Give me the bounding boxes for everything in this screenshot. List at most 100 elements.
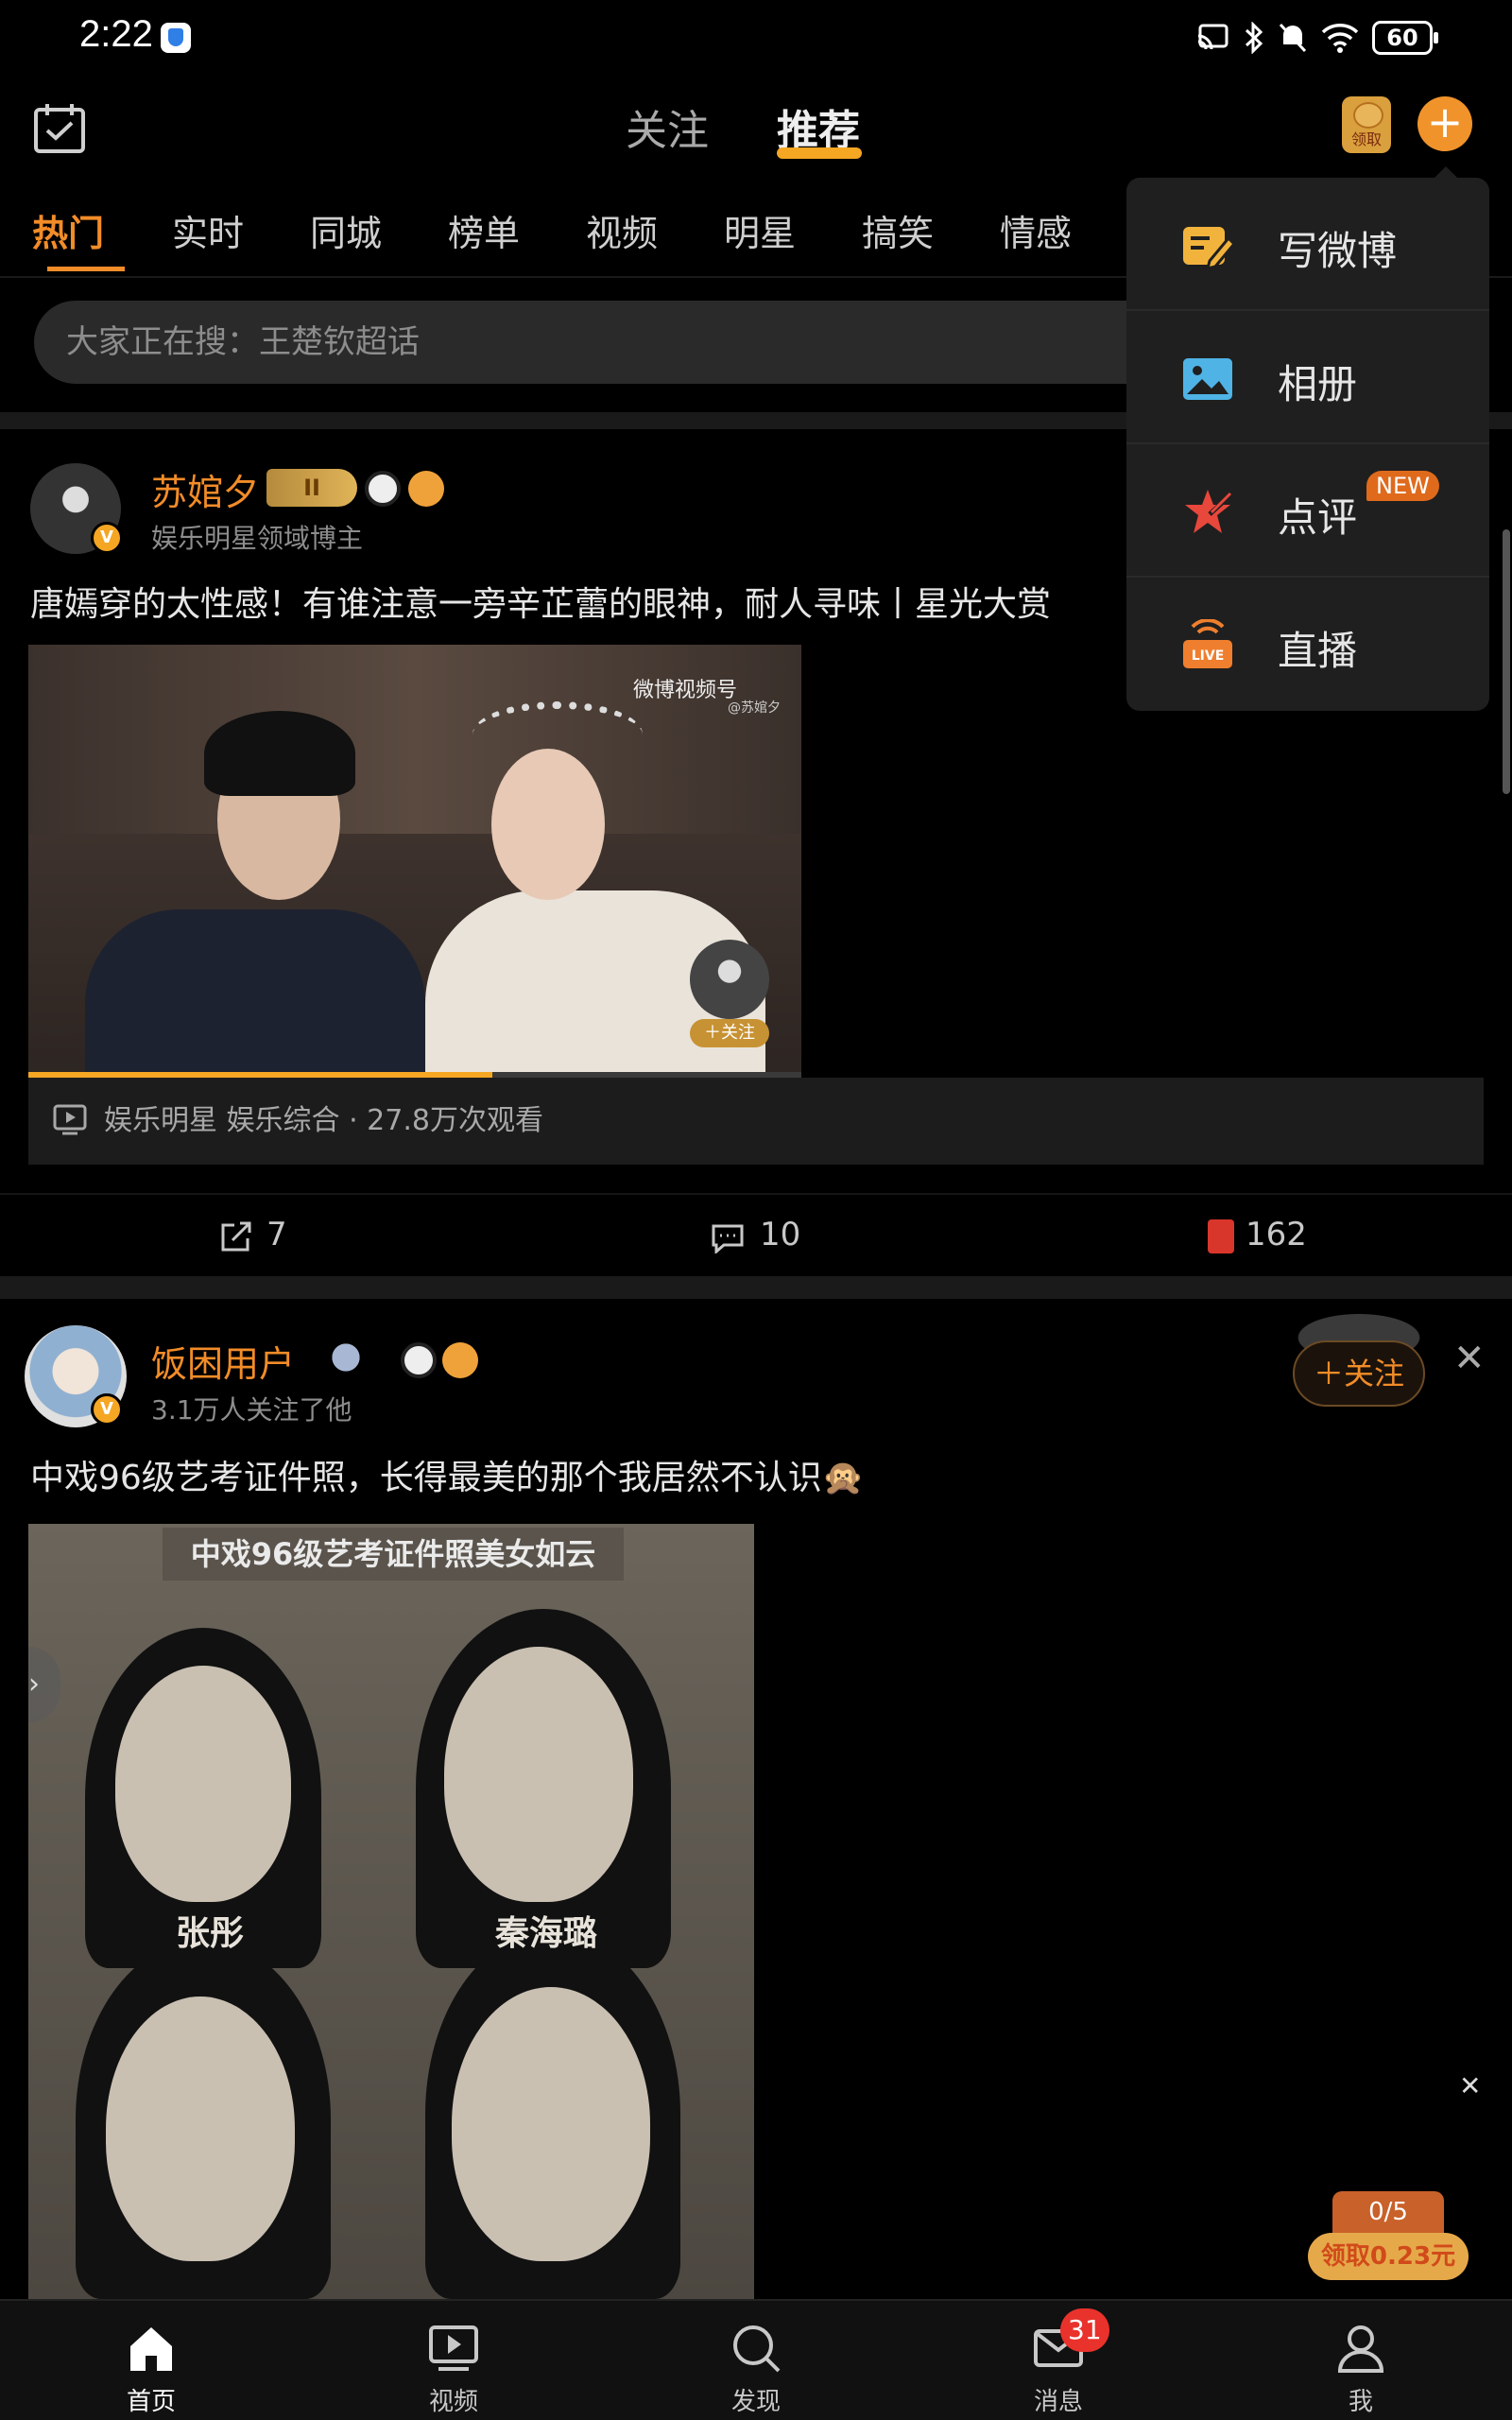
comment-count[interactable]: 10 xyxy=(760,1216,800,1253)
post2-image-label-1: 张彤 xyxy=(176,1914,245,1953)
plus-button[interactable]: + xyxy=(1418,96,1472,151)
post2-follow-button[interactable]: ＋关注 xyxy=(1293,1340,1425,1407)
cast-icon xyxy=(1197,24,1228,50)
tab-home[interactable]: 首页 xyxy=(0,2301,302,2420)
red-packet-button[interactable]: 领取 xyxy=(1342,96,1391,153)
new-badge: NEW xyxy=(1366,471,1439,501)
post2-image-title: 中戏96级艺考证件照美女如云 xyxy=(163,1528,624,1581)
tab-video[interactable]: 视频 xyxy=(302,2301,605,2420)
portrait-face xyxy=(115,1666,291,1902)
fish-badge-icon xyxy=(408,471,444,507)
top-navigation: 关注 推荐 xyxy=(0,76,1512,178)
divider xyxy=(0,1276,1512,1299)
category-underline xyxy=(47,267,125,271)
menu-item-label: 点评 xyxy=(1278,494,1358,541)
share-icon[interactable] xyxy=(219,1221,253,1253)
man-hair xyxy=(204,711,355,796)
tab-follow[interactable]: 关注 xyxy=(626,96,709,157)
calendar-check-icon[interactable] xyxy=(32,102,87,155)
status-bar: 2:22 60 xyxy=(0,0,1512,76)
tab-label: 首页 xyxy=(126,2388,176,2416)
man-suit xyxy=(85,909,425,1080)
battery-indicator: 60 xyxy=(1372,21,1438,55)
share-count[interactable]: 7 xyxy=(266,1216,287,1253)
post1-subtitle: 娱乐明星领域博主 xyxy=(151,523,364,554)
reward-widget[interactable]: 0/5 领取0.23元 xyxy=(1308,2191,1469,2282)
search-bar[interactable]: 大家正在搜：王楚钦超话 xyxy=(34,301,1196,384)
woman-headpiece xyxy=(472,701,643,768)
tab-profile[interactable]: 我 xyxy=(1210,2301,1512,2420)
menu-item-label: 直播 xyxy=(1278,628,1358,674)
verified-badge-icon: V xyxy=(91,1393,123,1426)
category-realtime[interactable]: 实时 xyxy=(172,204,244,256)
menu-item-write-weibo[interactable]: 写微博 xyxy=(1126,178,1489,311)
category-hot[interactable]: 热门 xyxy=(32,204,104,256)
category-local[interactable]: 同城 xyxy=(310,204,382,256)
woman-face xyxy=(491,749,605,900)
close-icon[interactable]: ✕ xyxy=(1453,1337,1486,1380)
category-funny[interactable]: 搞笑 xyxy=(862,204,934,256)
post1-username[interactable]: 苏婠夕 xyxy=(151,463,259,515)
mute-icon xyxy=(1279,23,1307,53)
status-time: 2:22 xyxy=(79,13,153,55)
post1-media-info[interactable]: 娱乐明星 娱乐综合 · 27.8万次观看 xyxy=(28,1078,1484,1165)
video-watermark-sub: @苏婠夕 xyxy=(728,700,781,716)
level-crown-badge: II xyxy=(266,469,357,507)
category-video[interactable]: 视频 xyxy=(586,204,658,256)
wing-badge-icon xyxy=(318,1339,374,1376)
video-play-icon xyxy=(53,1104,87,1135)
shield-icon xyxy=(161,23,191,53)
like-count[interactable]: 162 xyxy=(1246,1216,1307,1253)
fish-badge-icon xyxy=(442,1342,478,1378)
like-redpacket-icon[interactable] xyxy=(1208,1219,1234,1253)
album-icon xyxy=(1183,358,1232,400)
menu-item-label: 写微博 xyxy=(1278,228,1398,274)
menu-item-review[interactable]: 点评 NEW xyxy=(1126,444,1489,578)
close-small-icon[interactable]: ✕ xyxy=(1459,2070,1481,2101)
post2-image[interactable]: › xyxy=(28,1524,754,2299)
panda-badge-icon xyxy=(401,1342,437,1378)
portrait-face xyxy=(106,1996,295,2261)
post2-image-label-2: 秦海璐 xyxy=(495,1914,598,1953)
wifi-icon xyxy=(1321,24,1359,53)
menu-item-live[interactable]: LIVE 直播 xyxy=(1126,578,1489,711)
video-author-avatar[interactable] xyxy=(690,940,769,1019)
reward-claim-button[interactable]: 领取0.23元 xyxy=(1308,2233,1469,2280)
compose-icon xyxy=(1183,227,1234,271)
message-badge: 31 xyxy=(1060,2308,1109,2352)
category-emotion[interactable]: 情感 xyxy=(1000,204,1072,256)
post2-username[interactable]: 饭困用户 xyxy=(151,1335,295,1387)
tab-discover[interactable]: 发现 xyxy=(605,2301,907,2420)
post1-media-info-text: 娱乐明星 娱乐综合 · 27.8万次观看 xyxy=(104,1104,543,1137)
post2-subtitle: 3.1万人关注了他 xyxy=(151,1394,352,1426)
svg-text:LIVE: LIVE xyxy=(1192,648,1225,664)
home-icon xyxy=(130,2327,172,2371)
verified-badge-icon: V xyxy=(91,522,123,554)
tab-label: 发现 xyxy=(730,2388,781,2416)
tab-label: 视频 xyxy=(428,2388,478,2416)
comment-icon[interactable] xyxy=(711,1223,745,1253)
tab-label: 我 xyxy=(1348,2388,1373,2416)
live-icon: LIVE xyxy=(1183,619,1232,668)
post1-video[interactable]: 微博视频号 @苏婠夕 ＋关注 xyxy=(28,645,801,1080)
menu-item-album[interactable]: 相册 xyxy=(1126,311,1489,444)
create-dropdown-menu: 写微博 相册 点评 NEW LIVE 直播 xyxy=(1126,178,1489,711)
tab-messages[interactable]: 消息 xyxy=(907,2301,1210,2420)
video-follow-button[interactable]: ＋关注 xyxy=(690,1019,769,1047)
portrait-face xyxy=(452,1987,650,2261)
menu-item-label: 相册 xyxy=(1278,361,1358,407)
bottom-tab-bar: 首页 视频 发现 消息 我 xyxy=(0,2299,1512,2420)
category-star[interactable]: 明星 xyxy=(724,204,796,256)
status-icons: 60 xyxy=(1196,17,1438,59)
image-prev-arrow[interactable]: › xyxy=(28,1647,60,1722)
reward-count: 0/5 xyxy=(1332,2191,1444,2233)
discover-icon xyxy=(733,2325,781,2373)
profile-icon xyxy=(1337,2325,1384,2373)
post2-text[interactable]: 中戏96级艺考证件照，长得最美的那个我居然不认识🙊 xyxy=(30,1450,865,1499)
category-ranking[interactable]: 榜单 xyxy=(448,204,520,256)
tab-recommend-underline xyxy=(777,147,862,159)
post1-text[interactable]: 唐嫣穿的太性感！有谁注意一旁辛芷蕾的眼神，耐人寻味丨星光大赏 xyxy=(30,577,1051,626)
panda-badge-icon xyxy=(365,471,401,507)
scrollbar[interactable] xyxy=(1503,529,1510,794)
tab-label: 消息 xyxy=(1033,2388,1083,2416)
